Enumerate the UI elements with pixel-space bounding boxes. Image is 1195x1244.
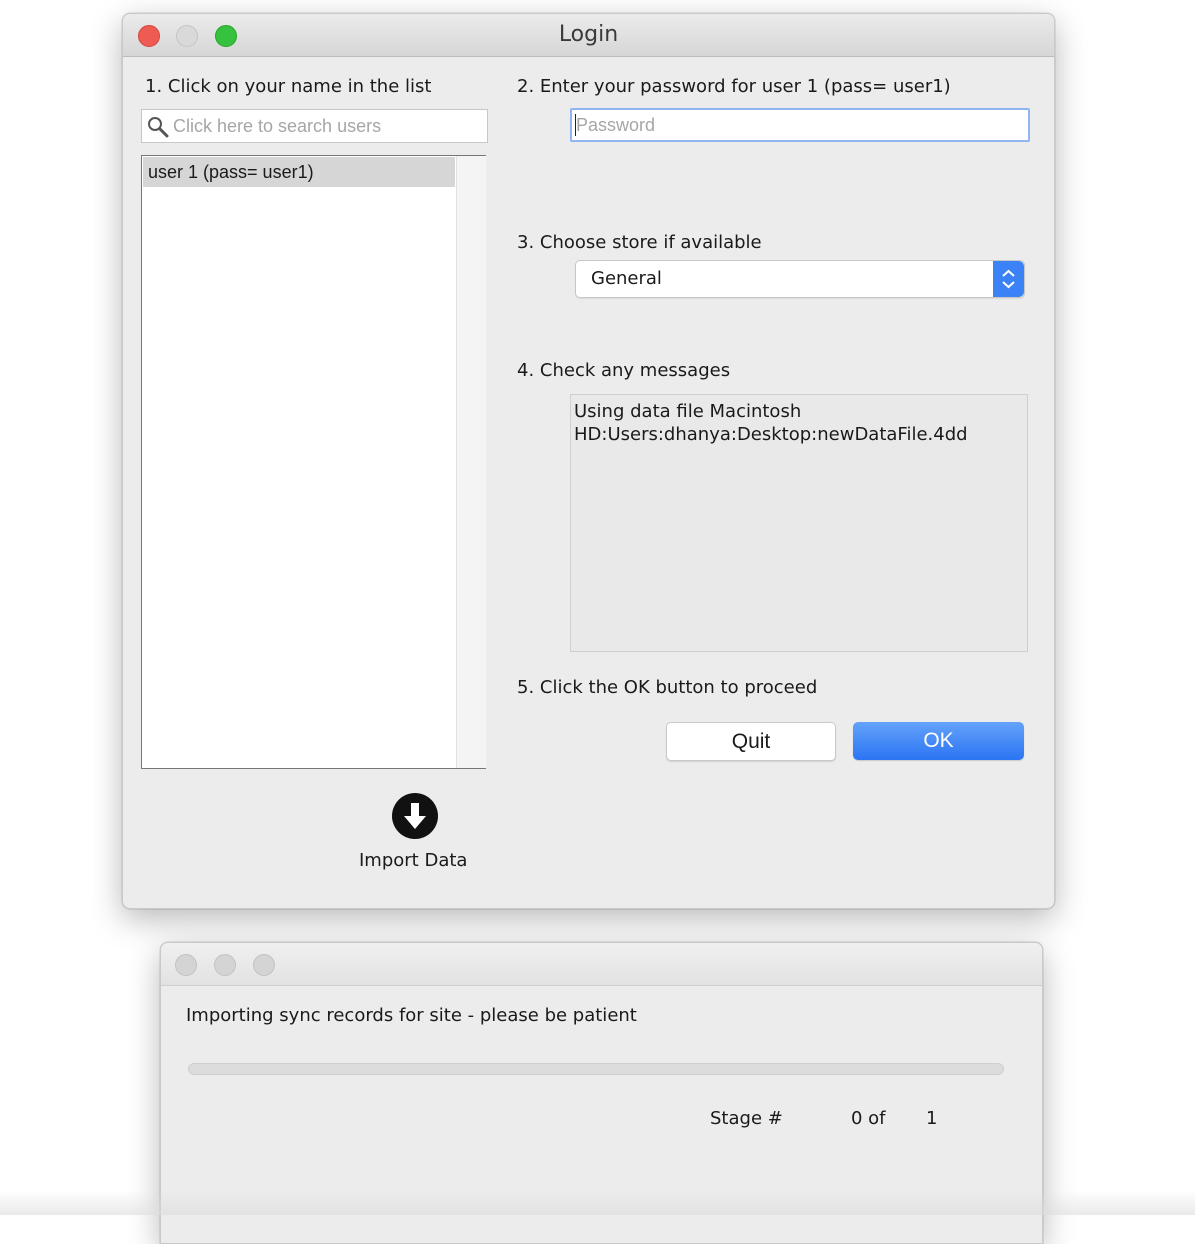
search-placeholder: Click here to search users — [173, 116, 382, 136]
list-scrollbar[interactable] — [456, 156, 486, 768]
password-input[interactable]: Password — [570, 108, 1030, 142]
password-placeholder: Password — [576, 115, 656, 135]
minimize-window-button[interactable] — [214, 954, 236, 976]
step4-label: 4. Check any messages — [517, 360, 731, 381]
store-select[interactable]: General — [575, 260, 1025, 298]
messages-text: Using data file Macintosh HD:Users:dhany… — [574, 401, 968, 445]
bottom-fade — [0, 1190, 1195, 1215]
import-data-label: Import Data — [359, 850, 468, 871]
close-window-button[interactable] — [175, 954, 197, 976]
step3-label: 3. Choose store if available — [517, 232, 762, 253]
download-arrow-icon — [392, 793, 438, 839]
ok-button[interactable]: OK — [853, 722, 1024, 760]
user-list[interactable]: user 1 (pass= user1) — [141, 155, 486, 769]
user-name: user 1 (pass= user1) — [148, 162, 314, 182]
messages-box: Using data file Macintosh HD:Users:dhany… — [570, 394, 1028, 652]
user-search-input[interactable]: Click here to search users — [141, 109, 488, 143]
select-stepper[interactable] — [993, 261, 1024, 297]
list-item[interactable]: user 1 (pass= user1) — [143, 157, 455, 187]
step2-label: 2. Enter your password for user 1 (pass=… — [517, 76, 951, 97]
store-selected-value: General — [591, 268, 662, 289]
import-data-button[interactable]: Import Data — [345, 792, 485, 876]
stage-label: Stage # — [710, 1108, 783, 1129]
title-bar[interactable]: Login — [123, 14, 1054, 57]
import-progress-bar — [188, 1063, 1004, 1075]
step1-label: 1. Click on your name in the list — [145, 76, 432, 97]
chevron-up-down-icon — [1002, 269, 1015, 289]
search-icon — [148, 117, 169, 138]
login-window: Login 1. Click on your name in the list … — [122, 13, 1055, 909]
quit-button[interactable]: Quit — [666, 722, 836, 761]
import-status-message: Importing sync records for site - please… — [186, 1005, 637, 1026]
stage-total: 1 — [926, 1108, 938, 1129]
import-title-bar[interactable] — [161, 943, 1042, 986]
stage-current: 0 of — [851, 1108, 886, 1129]
step5-label: 5. Click the OK button to proceed — [517, 677, 818, 698]
window-title: Login — [558, 22, 619, 47]
zoom-window-button[interactable] — [253, 954, 275, 976]
